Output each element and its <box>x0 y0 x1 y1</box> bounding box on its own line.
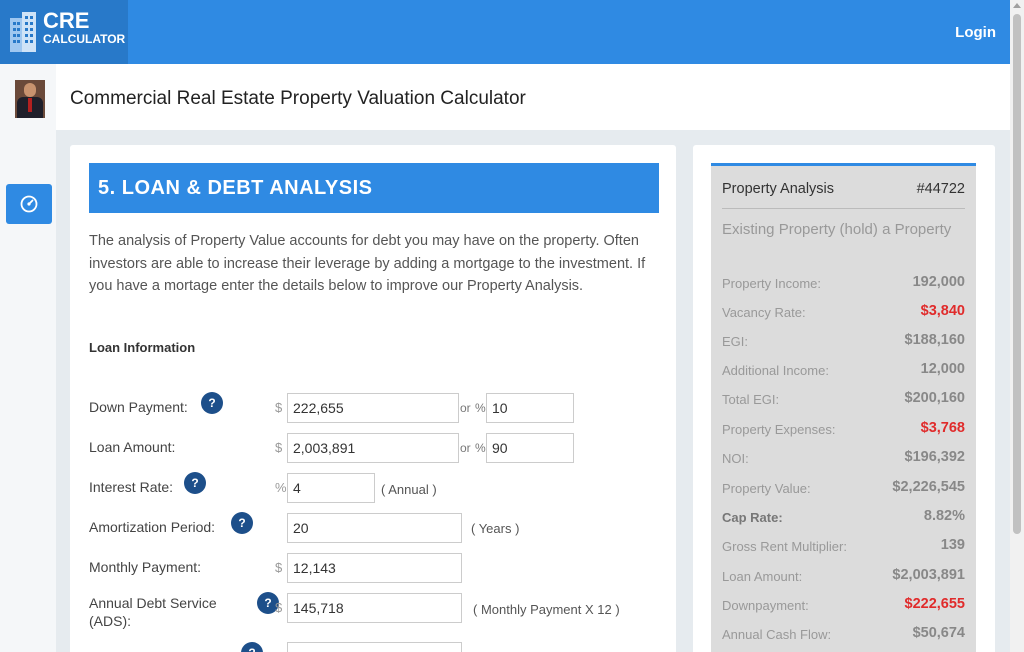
interest-rate-label: Interest Rate: <box>89 479 174 495</box>
property-type: Existing Property (hold) a Property <box>722 221 952 238</box>
page-header: Commercial Real Estate Property Valuatio… <box>56 64 1010 130</box>
summary-row-value: $196,392 <box>904 449 965 465</box>
section-banner: 5. LOAN & DEBT ANALYSIS <box>89 163 659 213</box>
amortization-help-icon[interactable]: ? <box>231 512 253 534</box>
analysis-title: Property Analysis <box>722 181 835 197</box>
loan-info-heading: Loan Information <box>89 340 196 355</box>
divider <box>722 208 965 209</box>
ads-label-line2: (ADS): <box>89 613 131 629</box>
login-link[interactable]: Login <box>955 24 996 41</box>
page-scrollbar[interactable] <box>1010 0 1024 652</box>
summary-row-value: $188,160 <box>904 332 965 348</box>
summary-row-value: $200,160 <box>904 390 965 406</box>
summary-row-label: Total EGI: <box>722 392 780 407</box>
building-icon <box>10 12 36 52</box>
summary-row-label: Loan Amount: <box>722 569 803 584</box>
summary-row-label: Gross Rent Multiplier: <box>722 539 847 554</box>
scroll-thumb[interactable] <box>1013 14 1021 534</box>
down-payment-label: Down Payment: <box>89 399 188 415</box>
amortization-label: Amortization Period: <box>89 519 216 535</box>
analysis-card: Property Analysis #44722 Existing Proper… <box>693 145 995 652</box>
loan-amount-or: or <box>460 441 471 455</box>
ads-label-line1: Annual Debt Service <box>89 595 217 611</box>
page-title: Commercial Real Estate Property Valuatio… <box>70 88 526 109</box>
property-analysis-panel: Property Analysis #44722 Existing Proper… <box>711 163 976 652</box>
down-payment-input[interactable]: 222,655 <box>287 393 459 423</box>
summary-row-value: $3,840 <box>920 303 965 319</box>
amortization-input[interactable]: 20 <box>287 513 462 543</box>
next-row-input[interactable] <box>287 642 462 652</box>
brand-line2: CALCULATOR <box>43 32 126 46</box>
summary-row-label: Annual Cash Flow: <box>722 627 832 642</box>
next-row-help-icon[interactable]: ? <box>241 642 263 652</box>
summary-row-value: 139 <box>940 537 965 553</box>
ads-currency: $ <box>275 600 283 615</box>
speedometer-icon <box>20 195 38 213</box>
brand-logo[interactable]: CRE CALCULATOR <box>0 0 128 64</box>
summary-row-label: EGI: <box>722 334 749 349</box>
summary-row-value: $50,674 <box>912 625 965 641</box>
left-sidebar <box>0 64 56 652</box>
summary-row-value: 8.82% <box>923 508 965 524</box>
down-payment-currency: $ <box>275 400 283 415</box>
loan-amount-label: Loan Amount: <box>89 439 176 455</box>
ads-note: ( Monthly Payment X 12 ) <box>473 602 620 617</box>
summary-row-label: NOI: <box>722 451 749 466</box>
down-payment-or: or <box>460 401 471 415</box>
amortization-note: ( Years ) <box>471 521 520 536</box>
down-payment-pct-input[interactable]: 10 <box>486 393 574 423</box>
summary-row-label: Property Income: <box>722 276 821 291</box>
summary-row-value: 12,000 <box>920 361 965 377</box>
interest-rate-unit: % <box>275 480 287 495</box>
summary-row-label: Property Expenses: <box>722 422 836 437</box>
ads-input[interactable]: 145,718 <box>287 593 462 623</box>
loan-amount-input[interactable]: 2,003,891 <box>287 433 459 463</box>
top-navbar: CRE CALCULATOR Login <box>0 0 1010 64</box>
summary-row-label: Downpayment: <box>722 598 809 613</box>
brand-line1: CRE <box>43 8 90 33</box>
summary-row-value: $2,003,891 <box>892 567 965 583</box>
summary-row-value: $222,655 <box>904 596 965 612</box>
avatar[interactable] <box>15 80 45 118</box>
summary-row-label: Vacancy Rate: <box>722 305 806 320</box>
scroll-up-icon[interactable] <box>1013 3 1021 8</box>
interest-rate-help-icon[interactable]: ? <box>184 472 206 494</box>
down-payment-help-icon[interactable]: ? <box>201 392 223 414</box>
monthly-payment-label: Monthly Payment: <box>89 559 202 575</box>
section-title: 5. LOAN & DEBT ANALYSIS <box>98 177 373 199</box>
summary-row-label: Property Value: <box>722 481 811 496</box>
dashboard-button[interactable] <box>6 184 52 224</box>
loan-amount-currency: $ <box>275 440 283 455</box>
summary-row-value: $2,226,545 <box>892 479 965 495</box>
interest-rate-input[interactable]: 4 <box>287 473 375 503</box>
interest-rate-note: ( Annual ) <box>381 482 437 497</box>
loan-amount-pct-sign: % <box>475 441 486 455</box>
summary-row-value: 192,000 <box>912 274 965 290</box>
loan-debt-card: 5. LOAN & DEBT ANALYSIS The analysis of … <box>70 145 676 652</box>
down-payment-pct-sign: % <box>475 401 486 415</box>
monthly-payment-input[interactable]: 12,143 <box>287 553 462 583</box>
summary-row-value: $3,768 <box>920 420 965 436</box>
section-intro: The analysis of Property Value accounts … <box>89 233 646 294</box>
monthly-payment-currency: $ <box>275 560 283 575</box>
analysis-id: #44722 <box>916 181 965 197</box>
summary-row-label: Cap Rate: <box>722 510 783 525</box>
summary-row-label: Additional Income: <box>722 363 829 378</box>
loan-amount-pct-input[interactable]: 90 <box>486 433 574 463</box>
